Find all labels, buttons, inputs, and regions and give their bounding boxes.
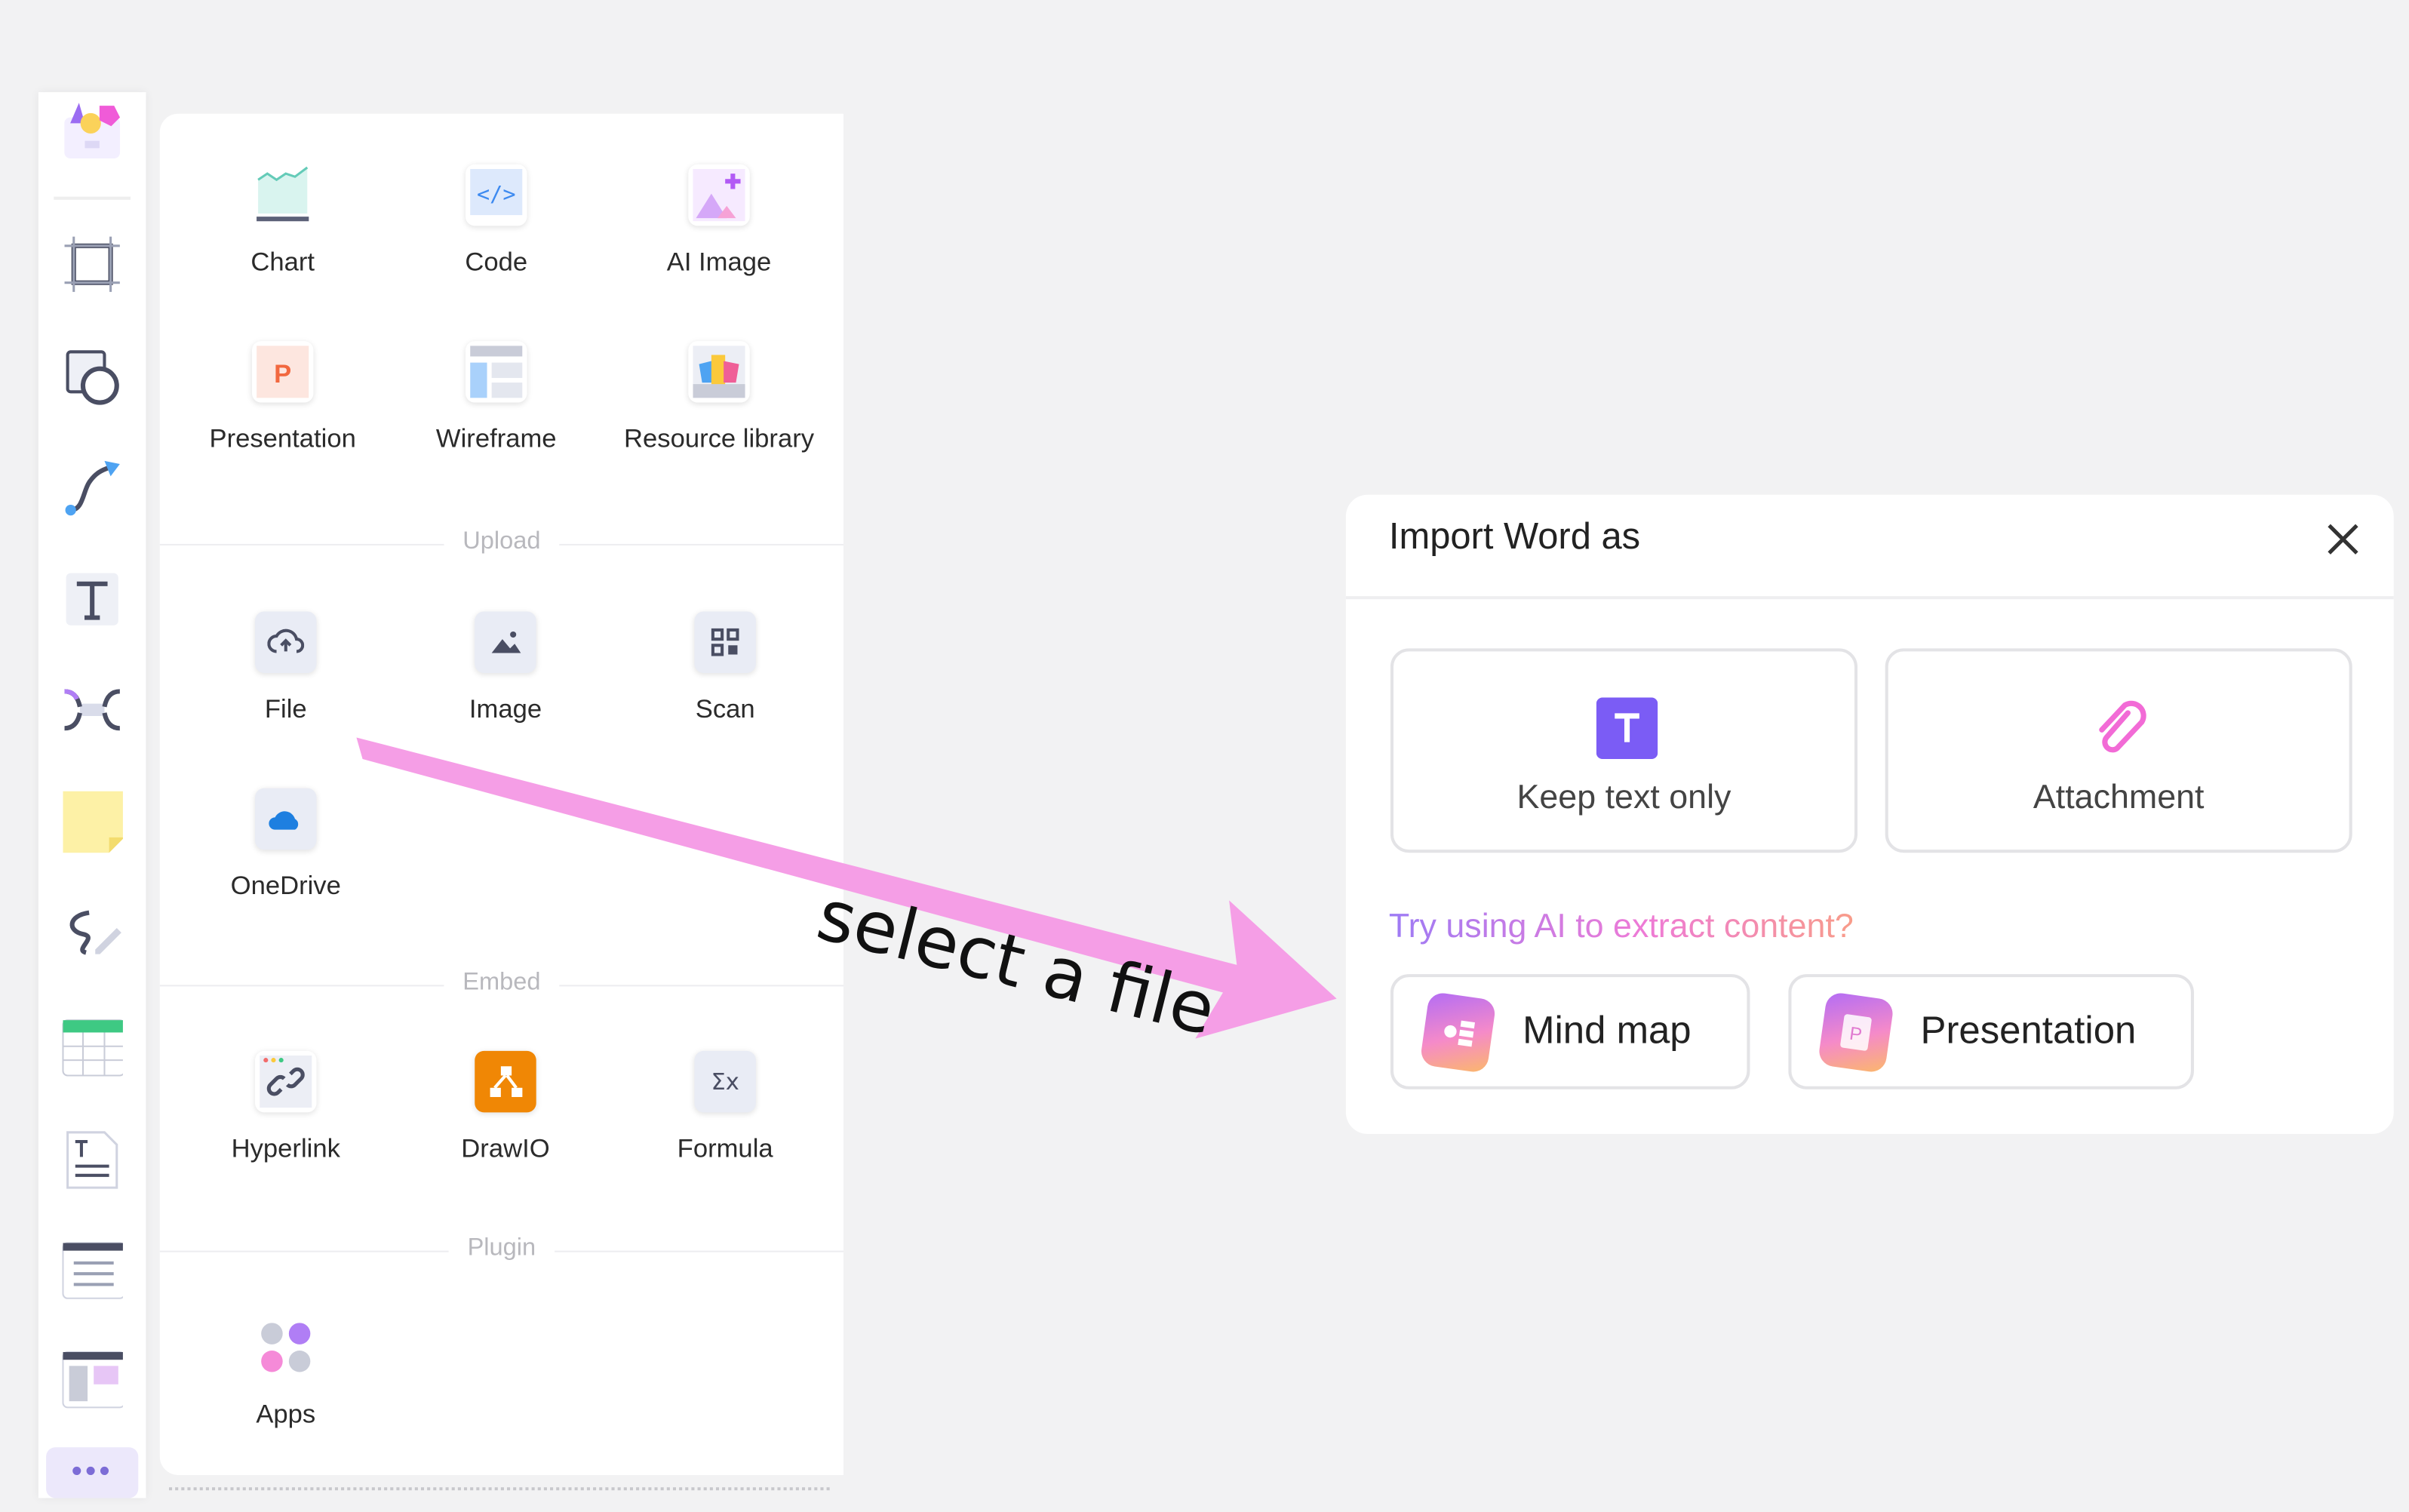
apps-icon (255, 1317, 317, 1378)
annotation-text: select a file (810, 872, 1224, 1052)
text-icon (1596, 697, 1658, 767)
table-icon[interactable] (61, 1017, 123, 1078)
embed-section-header: Embed (159, 969, 843, 1000)
formula-icon: Σx (694, 1050, 756, 1113)
import-word-dialog: Import Word as Keep text only Attachment… (1345, 494, 2394, 1134)
close-icon[interactable] (2320, 516, 2366, 562)
insert-wireframe[interactable]: Wireframe (389, 341, 604, 455)
text-tool-icon[interactable] (61, 568, 122, 629)
qr-scan-icon (694, 611, 756, 673)
insert-presentation[interactable]: P Presentation (175, 341, 390, 455)
paperclip-icon (2088, 694, 2156, 770)
upload-file[interactable]: File (178, 611, 393, 725)
sticky-note-icon[interactable] (61, 791, 123, 853)
toolbar-divider (54, 196, 131, 200)
mindmap-icon[interactable] (61, 679, 122, 740)
ai-extract-prompt: Try using AI to extract content? (1389, 906, 1854, 946)
presentation-button[interactable]: P Presentation (1788, 974, 2194, 1089)
upload-image[interactable]: Image (398, 611, 613, 725)
svg-text:P: P (274, 360, 291, 389)
cloud-upload-icon (255, 611, 317, 673)
upload-scan[interactable]: Scan (618, 611, 833, 725)
embed-formula[interactable]: Σx Formula (618, 1050, 833, 1165)
insert-resource-library[interactable]: Resource library (611, 341, 826, 455)
frame-icon[interactable] (61, 234, 122, 295)
resource-library-icon (688, 341, 750, 403)
wireframe-icon (466, 341, 527, 403)
keep-text-only-option[interactable]: Keep text only (1390, 648, 1858, 853)
ai-image-icon (688, 164, 750, 226)
connector-icon[interactable] (61, 458, 122, 519)
dialog-title: Import Word as (1388, 516, 1641, 558)
plugin-section-header: Plugin (159, 1235, 843, 1266)
insert-panel: Chart </> Code AI Image P Presentation W… (159, 113, 843, 1475)
insert-ai-image[interactable]: AI Image (611, 164, 826, 278)
insert-code[interactable]: </> Code (389, 164, 604, 278)
shape-icon[interactable] (61, 346, 122, 407)
dialog-divider (1345, 596, 2394, 600)
panel-bottom-divider (169, 1487, 830, 1491)
upload-section-header: Upload (159, 528, 843, 560)
insert-chart[interactable]: Chart (175, 164, 390, 278)
svg-text:Σx: Σx (711, 1069, 739, 1096)
pen-icon[interactable] (61, 903, 122, 964)
chart-icon (251, 164, 314, 226)
document-icon[interactable] (61, 1129, 122, 1191)
code-icon: </> (466, 164, 527, 226)
template-icon[interactable] (61, 1349, 123, 1410)
embed-drawio[interactable]: DrawIO (398, 1050, 613, 1165)
upload-onedrive[interactable]: OneDrive (178, 788, 393, 902)
svg-text:</>: </> (477, 182, 515, 207)
presentation-icon: P (1817, 990, 1895, 1074)
link-icon (255, 1050, 317, 1113)
attachment-option[interactable]: Attachment (1885, 648, 2352, 853)
mind-map-button[interactable]: Mind map (1390, 974, 1750, 1089)
embed-hyperlink[interactable]: Hyperlink (178, 1050, 393, 1165)
drawio-icon (475, 1050, 536, 1113)
onedrive-icon (255, 788, 317, 850)
more-tools-button[interactable]: ••• (46, 1447, 139, 1498)
plugin-apps[interactable]: Apps (178, 1317, 393, 1431)
mind-map-icon (1419, 990, 1497, 1074)
svg-text:P: P (1848, 1023, 1864, 1045)
left-toolbar: ••• (38, 92, 146, 1498)
image-icon (475, 611, 536, 673)
presentation-icon: P (251, 341, 314, 403)
list-icon[interactable] (61, 1240, 123, 1301)
logo-icon[interactable] (61, 100, 122, 161)
